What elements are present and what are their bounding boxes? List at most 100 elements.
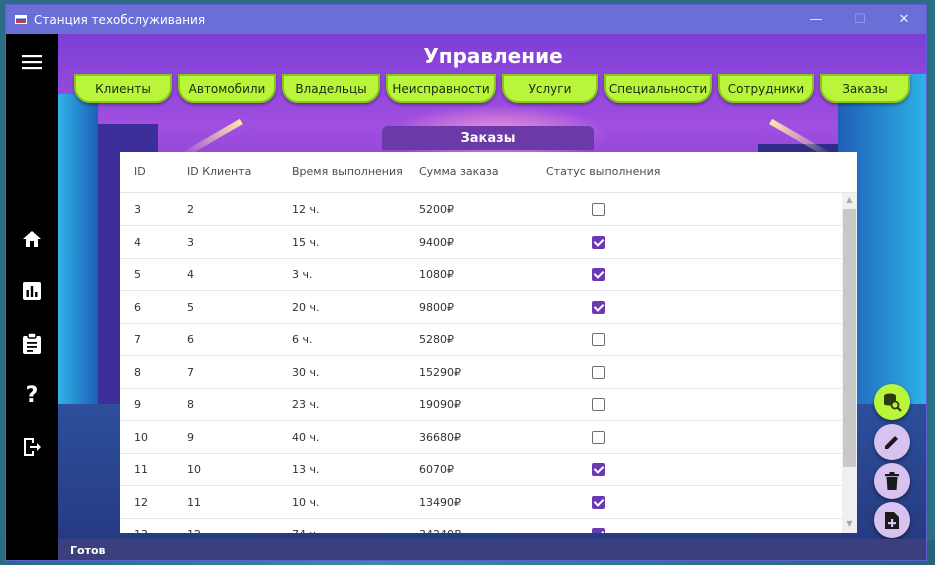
column-header-client-id[interactable]: ID Клиента: [187, 165, 251, 178]
hamburger-icon[interactable]: [20, 50, 44, 74]
cell-id: 13: [134, 528, 148, 533]
help-icon[interactable]: ?: [20, 383, 44, 408]
status-checkbox[interactable]: [592, 203, 605, 216]
cell-sum: 9400₽: [419, 235, 454, 249]
column-header-status[interactable]: Статус выполнения: [546, 165, 660, 178]
delete-button[interactable]: [874, 463, 910, 499]
status-checkbox[interactable]: [592, 268, 605, 281]
cell-id: 12: [134, 495, 148, 509]
table-row[interactable]: 3 2 12 ч. 5200₽: [120, 193, 842, 226]
table-row[interactable]: 7 6 6 ч. 5280₽: [120, 323, 842, 356]
tab-employees[interactable]: Сотрудники: [718, 74, 814, 103]
cell-id: 9: [134, 398, 141, 411]
main-content: Управление Клиенты Автомобили Владельцы …: [58, 34, 926, 544]
minimize-button[interactable]: —: [794, 5, 838, 34]
cell-sum: 5280₽: [419, 333, 454, 346]
cell-sum: 15290₽: [419, 365, 461, 379]
search-db-button[interactable]: [874, 384, 910, 420]
tab-bar: Клиенты Автомобили Владельцы Неисправнос…: [74, 74, 910, 104]
cell-client-id: 8: [187, 398, 194, 411]
tab-specialties[interactable]: Специальности: [604, 74, 712, 103]
table-row[interactable]: 11 10 13 ч. 6070₽: [120, 453, 842, 486]
cell-sum: 36680₽: [419, 430, 461, 444]
status-checkbox[interactable]: [592, 528, 605, 533]
cell-sum: 5200₽: [419, 203, 454, 216]
column-header-id[interactable]: ID: [134, 165, 146, 178]
status-checkbox[interactable]: [592, 495, 605, 509]
cell-id: 4: [134, 235, 141, 249]
status-text: Готов: [70, 544, 106, 557]
home-icon[interactable]: [20, 227, 44, 251]
vertical-scrollbar[interactable]: ▲ ▼: [842, 193, 857, 533]
table-row[interactable]: 9 8 23 ч. 19090₽: [120, 388, 842, 421]
orders-table: ID ID Клиента Время выполнения Сумма зак…: [120, 152, 857, 533]
status-checkbox[interactable]: [592, 430, 605, 444]
cell-sum: 34240₽: [419, 528, 461, 533]
cell-client-id: 10: [187, 463, 201, 476]
status-bar: Готов: [58, 539, 926, 560]
close-button[interactable]: ✕: [882, 5, 926, 34]
scroll-thumb[interactable]: [843, 209, 856, 467]
cell-id: 6: [134, 300, 141, 314]
logout-icon[interactable]: [20, 435, 44, 459]
cell-time: 10 ч.: [292, 495, 320, 509]
page-title: Управление: [423, 44, 563, 68]
cell-id: 7: [134, 333, 141, 346]
tab-clients[interactable]: Клиенты: [74, 74, 172, 103]
column-header-sum[interactable]: Сумма заказа: [419, 165, 499, 178]
edit-icon: [885, 436, 898, 449]
table-row[interactable]: 6 5 20 ч. 9800₽: [120, 291, 842, 324]
status-checkbox[interactable]: [592, 463, 605, 476]
tab-cars[interactable]: Автомобили: [178, 74, 276, 103]
search-db-icon: [884, 393, 902, 412]
cell-time: 23 ч.: [292, 398, 320, 411]
clipboard-icon[interactable]: [20, 331, 44, 355]
cell-id: 8: [134, 365, 141, 379]
cell-time: 6 ч.: [292, 333, 313, 346]
status-checkbox[interactable]: [592, 300, 605, 314]
scroll-up-icon[interactable]: ▲: [844, 195, 855, 207]
column-header-time[interactable]: Время выполнения: [292, 165, 403, 178]
tab-faults[interactable]: Неисправности: [386, 74, 496, 103]
cell-sum: 13490₽: [419, 495, 461, 509]
edit-button[interactable]: [874, 424, 910, 460]
title-bar: Станция техобслуживания — ☐ ✕: [6, 5, 926, 34]
tab-orders[interactable]: Заказы: [820, 74, 910, 103]
app-window: Станция техобслуживания — ☐ ✕ ? Управлен…: [5, 4, 927, 561]
cell-client-id: 9: [187, 430, 194, 444]
cell-client-id: 6: [187, 333, 194, 346]
table-row[interactable]: 5 4 3 ч. 1080₽: [120, 258, 842, 291]
app-flag-icon: [15, 15, 27, 24]
table-row[interactable]: 4 3 15 ч. 9400₽: [120, 226, 842, 259]
table-row[interactable]: 13 12 74 ч. 34240₽: [120, 518, 842, 533]
cell-client-id: 11: [187, 495, 201, 509]
table-row[interactable]: 8 7 30 ч. 15290₽: [120, 356, 842, 389]
tab-owners[interactable]: Владельцы: [282, 74, 380, 103]
cell-id: 5: [134, 268, 141, 281]
cell-id: 11: [134, 463, 148, 476]
status-checkbox[interactable]: [592, 235, 605, 249]
cell-time: 30 ч.: [292, 365, 320, 379]
tab-services[interactable]: Услуги: [502, 74, 598, 103]
status-checkbox[interactable]: [592, 398, 605, 411]
table-row[interactable]: 12 11 10 ч. 13490₽: [120, 486, 842, 519]
cell-client-id: 5: [187, 300, 194, 314]
cell-time: 40 ч.: [292, 430, 320, 444]
cell-client-id: 4: [187, 268, 194, 281]
table-row[interactable]: 10 9 40 ч. 36680₽: [120, 421, 842, 454]
cell-sum: 6070₽: [419, 463, 454, 476]
add-button[interactable]: [874, 502, 910, 538]
scroll-down-icon[interactable]: ▼: [844, 519, 855, 531]
cell-id: 3: [134, 203, 141, 216]
window-title: Станция техобслуживания: [34, 12, 206, 27]
add-file-icon: [885, 511, 899, 529]
cell-time: 12 ч.: [292, 203, 320, 216]
cell-time: 3 ч.: [292, 268, 313, 281]
cell-time: 13 ч.: [292, 463, 320, 476]
status-checkbox[interactable]: [592, 333, 605, 346]
status-checkbox[interactable]: [592, 365, 605, 379]
cell-sum: 9800₽: [419, 300, 454, 314]
chart-icon[interactable]: [20, 279, 44, 303]
maximize-button[interactable]: ☐: [838, 5, 882, 34]
cell-id: 10: [134, 430, 148, 444]
